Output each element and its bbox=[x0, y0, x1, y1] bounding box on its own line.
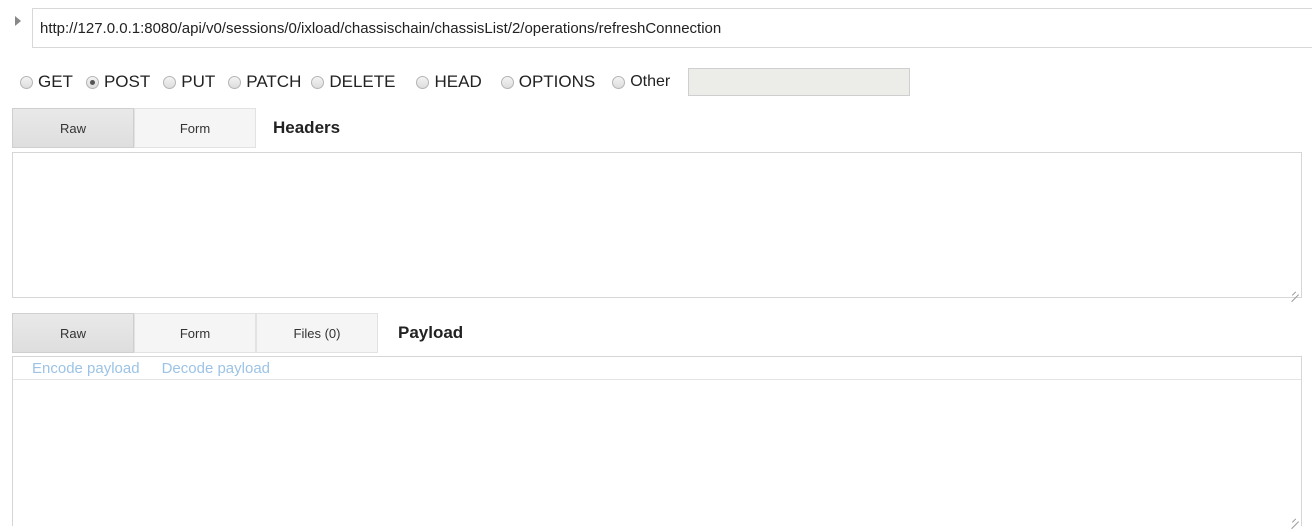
method-patch-option[interactable]: PATCH bbox=[228, 72, 301, 92]
rest-client-panel: GET POST PUT PATCH DELETE HEAD OPTIONS bbox=[0, 0, 1314, 531]
radio-patch[interactable] bbox=[228, 75, 242, 89]
payload-tab-form[interactable]: Form bbox=[134, 313, 256, 353]
method-patch-label: PATCH bbox=[246, 72, 302, 91]
method-head-option[interactable]: HEAD bbox=[416, 72, 482, 92]
method-delete-option[interactable]: DELETE bbox=[311, 72, 395, 92]
radio-options[interactable] bbox=[500, 75, 514, 89]
url-input[interactable] bbox=[32, 8, 1312, 48]
radio-head[interactable] bbox=[416, 75, 430, 89]
method-post-label: POST bbox=[103, 72, 151, 91]
payload-resize-handle[interactable] bbox=[1289, 512, 1299, 522]
triangle-right-icon[interactable] bbox=[15, 16, 21, 26]
radio-post[interactable] bbox=[85, 75, 99, 89]
method-options-label: OPTIONS bbox=[518, 72, 596, 91]
payload-tab-files[interactable]: Files (0) bbox=[256, 313, 378, 353]
method-put-option[interactable]: PUT bbox=[163, 72, 215, 92]
payload-actions: Encode payload Decode payload bbox=[13, 357, 1301, 380]
radio-other[interactable] bbox=[612, 75, 626, 89]
method-other-label: Other bbox=[630, 73, 671, 90]
headers-textarea[interactable] bbox=[12, 152, 1302, 298]
method-get-option[interactable]: GET bbox=[20, 72, 73, 92]
url-row bbox=[0, 8, 1314, 50]
radio-delete[interactable] bbox=[311, 75, 325, 89]
payload-tabbar: Raw Form Files (0) Payload bbox=[12, 313, 463, 353]
headers-tabbar: Raw Form Headers bbox=[12, 108, 340, 148]
payload-textarea[interactable] bbox=[13, 380, 1301, 526]
payload-editor: Encode payload Decode payload bbox=[12, 356, 1302, 526]
radio-get[interactable] bbox=[20, 75, 33, 89]
method-delete-label: DELETE bbox=[329, 72, 396, 91]
method-put-label: PUT bbox=[181, 72, 216, 91]
headers-tab-raw[interactable]: Raw bbox=[12, 108, 134, 148]
decode-payload-link[interactable]: Decode payload bbox=[162, 360, 270, 377]
method-post-option[interactable]: POST bbox=[85, 72, 151, 92]
encode-payload-link[interactable]: Encode payload bbox=[32, 360, 140, 377]
method-options-option[interactable]: OPTIONS bbox=[500, 72, 596, 92]
headers-title: Headers bbox=[273, 118, 341, 137]
method-head-label: HEAD bbox=[434, 72, 482, 91]
method-other-option[interactable]: Other bbox=[612, 73, 670, 91]
headers-tab-form[interactable]: Form bbox=[134, 108, 256, 148]
headers-resize-handle[interactable] bbox=[1289, 285, 1299, 295]
method-get-label: GET bbox=[38, 72, 73, 91]
method-selector: GET POST PUT PATCH DELETE HEAD OPTIONS O… bbox=[20, 68, 911, 96]
payload-tab-raw[interactable]: Raw bbox=[12, 313, 134, 353]
payload-title: Payload bbox=[398, 323, 464, 342]
radio-put[interactable] bbox=[163, 75, 177, 89]
other-method-input[interactable] bbox=[688, 68, 911, 96]
